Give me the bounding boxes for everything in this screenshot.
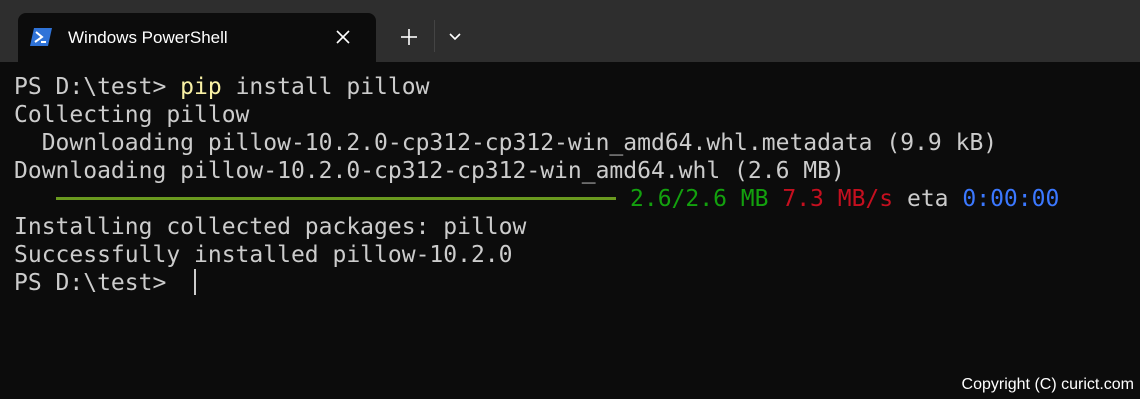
progress-size: 2.6/2.6 MB (630, 186, 769, 212)
tab-windows-powershell[interactable]: Windows PowerShell (18, 13, 376, 62)
terminal-line-prompt[interactable]: PS D:\test> (14, 268, 1124, 297)
copyright-text: Copyright (C) curict.com (961, 376, 1134, 393)
terminal-output[interactable]: PS D:\test> pip install pillow Collectin… (14, 73, 1124, 323)
terminal-line-download-wheel: Downloading pillow-10.2.0-cp312-cp312-wi… (14, 158, 845, 184)
progress-speed: 7.3 MB/s (782, 186, 894, 212)
powershell-icon (30, 27, 52, 47)
terminal-line-success: Successfully installed pillow-10.2.0 (14, 242, 513, 268)
progress-eta-label: eta (906, 186, 949, 212)
prompt: PS D:\test> (14, 74, 181, 100)
command-args: install pillow (221, 74, 430, 100)
progress-bar (56, 197, 616, 200)
new-tab-button[interactable] (396, 24, 422, 50)
terminal-line-progress: 2.6/2.6 MB 7.3 MB/s eta 0:00:00 (14, 185, 1124, 213)
text-cursor (194, 268, 197, 295)
command-name: pip (180, 74, 222, 100)
tab-separator (434, 20, 435, 52)
title-bar: Windows PowerShell (0, 0, 1140, 62)
chevron-down-icon (449, 33, 461, 41)
close-icon[interactable] (332, 26, 354, 48)
prompt: PS D:\test> (14, 270, 181, 296)
terminal-line-collecting: Collecting pillow (14, 102, 250, 128)
plus-icon (401, 29, 417, 45)
terminal-line-installing: Installing collected packages: pillow (14, 214, 527, 240)
terminal-line-command: PS D:\test> pip install pillow (14, 73, 1124, 101)
tab-title: Windows PowerShell (68, 28, 228, 47)
tab-dropdown-button[interactable] (444, 26, 466, 48)
progress-eta: 0:00:00 (962, 186, 1060, 212)
terminal-line-download-metadata: Downloading pillow-10.2.0-cp312-cp312-wi… (14, 130, 998, 156)
